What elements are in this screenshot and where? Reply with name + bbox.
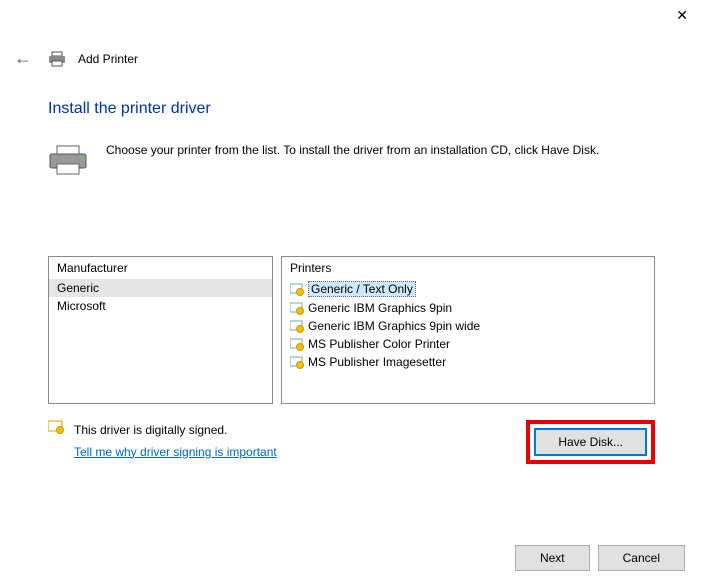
wizard-header: ← Add Printer [10, 48, 693, 69]
list-item[interactable]: MS Publisher Imagesetter [282, 353, 654, 371]
manufacturer-header: Manufacturer [49, 257, 272, 279]
list-item[interactable]: Generic [49, 279, 272, 297]
signing-link[interactable]: Tell me why driver signing is important [74, 445, 277, 459]
certificate-icon [290, 319, 304, 333]
list-item[interactable]: MS Publisher Color Printer [282, 335, 654, 353]
manufacturer-listbox[interactable]: Manufacturer Generic Microsoft [48, 256, 273, 404]
printer-large-icon [48, 144, 88, 176]
cancel-button[interactable]: Cancel [598, 545, 685, 571]
list-item[interactable]: Generic IBM Graphics 9pin [282, 299, 654, 317]
next-button[interactable]: Next [515, 545, 590, 571]
instruction-text: Choose your printer from the list. To in… [106, 142, 599, 176]
signing-status: This driver is digitally signed. [74, 420, 277, 442]
certificate-icon [290, 282, 304, 296]
certificate-icon [290, 301, 304, 315]
back-arrow-icon[interactable]: ← [10, 48, 36, 69]
close-icon[interactable]: ✕ [676, 7, 688, 24]
certificate-icon [290, 355, 304, 369]
certificate-icon [48, 420, 64, 434]
wizard-title: Add Printer [78, 52, 138, 66]
list-item[interactable]: Microsoft [49, 297, 272, 315]
highlight-box: Have Disk... [526, 420, 655, 464]
list-item[interactable]: Generic IBM Graphics 9pin wide [282, 317, 654, 335]
page-heading: Install the printer driver [48, 100, 655, 118]
have-disk-button[interactable]: Have Disk... [534, 428, 647, 456]
printers-header: Printers [282, 257, 654, 279]
list-item[interactable]: Generic / Text Only [282, 279, 654, 299]
printer-icon [48, 51, 66, 67]
printers-listbox[interactable]: Printers Generic / Text Only Generic IBM… [281, 256, 655, 404]
certificate-icon [290, 337, 304, 351]
